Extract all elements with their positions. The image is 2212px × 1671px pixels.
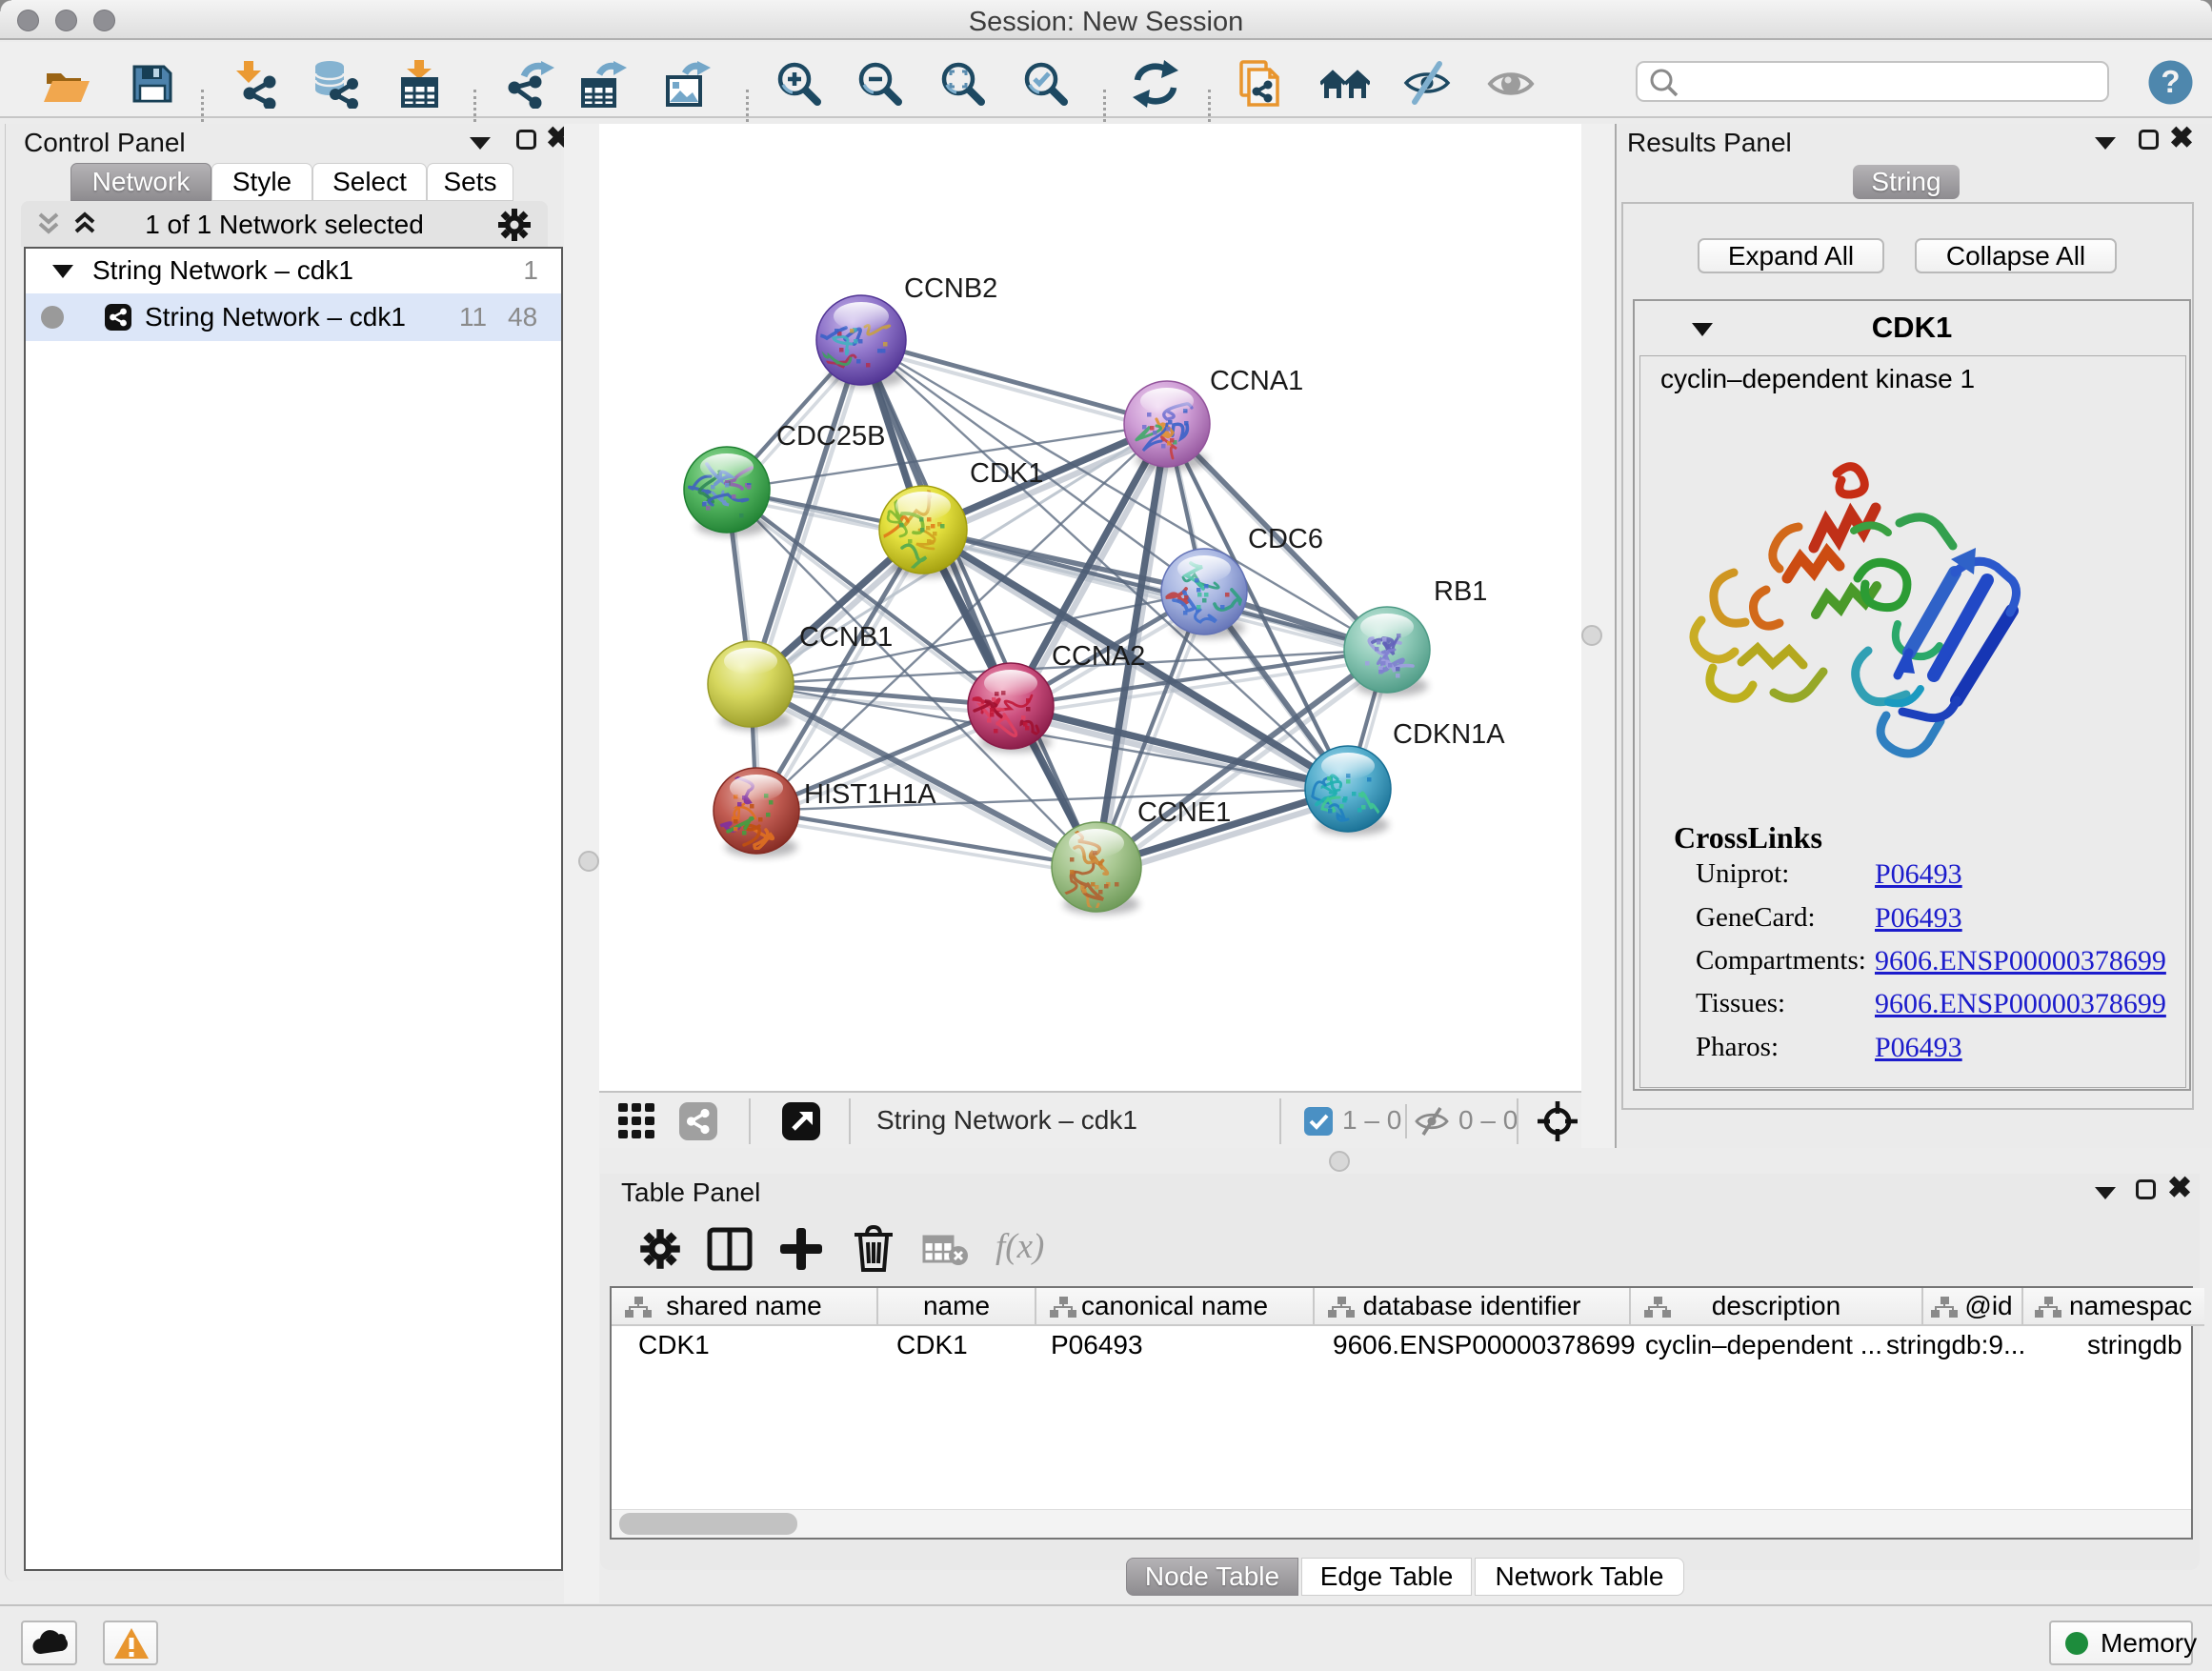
- svg-text:HIST1H1A: HIST1H1A: [804, 779, 936, 810]
- svg-text:CDK1: CDK1: [970, 458, 1043, 489]
- svg-text:CDC25B: CDC25B: [776, 421, 885, 452]
- svg-text:CCNA1: CCNA1: [1210, 366, 1303, 396]
- svg-text:CDKN1A: CDKN1A: [1393, 719, 1505, 750]
- svg-text:CDC6: CDC6: [1248, 524, 1323, 554]
- svg-text:CCNB1: CCNB1: [799, 622, 893, 653]
- svg-text:RB1: RB1: [1434, 576, 1487, 607]
- svg-text:CCNE1: CCNE1: [1137, 797, 1231, 828]
- svg-text:CCNB2: CCNB2: [904, 273, 997, 304]
- svg-text:CCNA2: CCNA2: [1052, 641, 1145, 672]
- svg-text:?: ?: [2161, 64, 2180, 99]
